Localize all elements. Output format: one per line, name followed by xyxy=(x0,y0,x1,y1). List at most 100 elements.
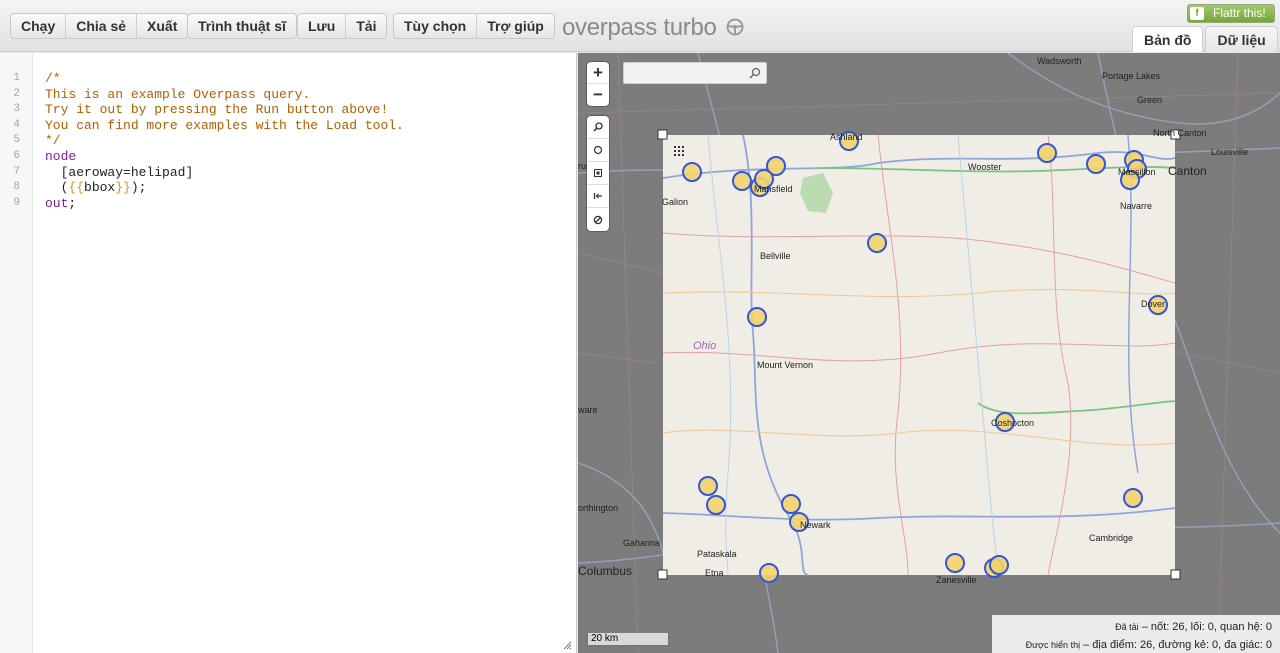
map-scale-bar: 20 km xyxy=(586,633,670,647)
helipad-marker xyxy=(747,307,767,327)
map-label-louisville: Louisville xyxy=(1211,147,1249,157)
map-label-portage-lakes: Portage Lakes xyxy=(1102,71,1161,81)
map-label-coshocton: Coshocton xyxy=(991,418,1035,428)
map-label-etna: Etna xyxy=(705,568,724,578)
ban-icon xyxy=(593,215,603,224)
line-number-gutter: 1 2 3 4 5 6 7 8 9 xyxy=(0,53,33,653)
zoom-out-button[interactable]: − xyxy=(587,84,609,106)
helipad-marker xyxy=(759,563,779,583)
map-label-bellville: Bellville xyxy=(760,251,791,261)
tab-map[interactable]: Bản đồ xyxy=(1132,26,1204,52)
map-label-mansfield: Mansfield xyxy=(754,184,793,194)
map-label-delaware: ware xyxy=(578,405,598,415)
helipad-marker xyxy=(867,233,887,253)
zoom-in-button[interactable]: + xyxy=(587,62,609,84)
circle-icon xyxy=(593,145,603,155)
bbox-select-icon xyxy=(594,169,602,177)
helipad-marker xyxy=(1086,154,1106,174)
code-line: */ xyxy=(45,133,61,148)
view-tabs: Bản đồ Dữ liệu xyxy=(1132,26,1280,52)
export-button[interactable]: Xuất xyxy=(137,14,187,38)
wizard-group: Trình thuật sĩ xyxy=(187,13,297,39)
keyword-token: out xyxy=(45,196,69,211)
line-number: 3 xyxy=(13,103,20,115)
map-label-mount-vernon: Mount Vernon xyxy=(757,360,814,370)
map-label-massillon: Massillon xyxy=(1118,167,1156,177)
toolbar: Chạy Chia sẻ Xuất Trình thuật sĩ Lưu Tải… xyxy=(0,0,1280,52)
options-group: Tùy chọn Trợ giúp xyxy=(393,13,555,39)
helipad-marker xyxy=(698,476,718,496)
map-label-ashland: Ashland xyxy=(830,132,863,142)
stats-loaded-row: Đã tải – nốt: 26, lối: 0, quan hệ: 0 xyxy=(992,618,1272,636)
helipad-marker xyxy=(781,494,801,514)
map-label-cambridge: Cambridge xyxy=(1089,533,1134,543)
data-stats-panel: Đã tải – nốt: 26, lối: 0, quan hệ: 0 Đượ… xyxy=(992,615,1280,653)
map-label-columbus: Columbus xyxy=(578,564,633,578)
share-button[interactable]: Chia sẻ xyxy=(66,14,138,38)
zoom-to-data-button[interactable] xyxy=(587,116,609,139)
help-button[interactable]: Trợ giúp xyxy=(477,14,554,38)
locate-button[interactable] xyxy=(587,139,609,162)
brace-token: }} xyxy=(115,180,131,195)
grid-handle-icon xyxy=(674,146,684,156)
line-number: 1 xyxy=(13,72,20,84)
tab-data[interactable]: Dữ liệu xyxy=(1205,26,1278,52)
map-label-pataskala: Pataskala xyxy=(697,549,737,559)
settings-button[interactable]: Tùy chọn xyxy=(394,14,478,38)
helipad-marker xyxy=(1123,488,1143,508)
arrow-left-bar-icon xyxy=(593,193,602,199)
map-search-input[interactable] xyxy=(623,62,767,84)
clear-data-button[interactable] xyxy=(587,208,609,231)
map-view[interactable]: Wadsworth Portage Lakes Green Ashland No… xyxy=(578,53,1280,653)
code-line: node xyxy=(45,149,76,164)
query-editor[interactable]: 1 2 3 4 5 6 7 8 9 /* This is an example … xyxy=(0,53,577,653)
line-number: 7 xyxy=(13,166,20,178)
query-actions-group: Chạy Chia sẻ Xuất xyxy=(10,13,189,39)
paren-token: ); xyxy=(130,180,147,195)
map-label-galion: Galion xyxy=(662,197,689,207)
code-line: out; xyxy=(45,196,76,211)
map-tools xyxy=(587,116,609,231)
line-number: 8 xyxy=(13,181,20,193)
save-button[interactable]: Lưu xyxy=(298,14,347,38)
map-label-gahanna: Gahanna xyxy=(623,538,661,548)
line-number: 6 xyxy=(13,150,20,162)
helipad-marker xyxy=(945,553,965,573)
line-number: 4 xyxy=(13,119,20,131)
map-label-dover: Dover xyxy=(1141,299,1166,309)
bbox-area xyxy=(663,135,1175,575)
code-line: /* xyxy=(45,71,61,86)
line-number: 5 xyxy=(13,134,20,146)
map-label-green: Green xyxy=(1137,95,1163,105)
line-number: 2 xyxy=(13,88,20,100)
helipad-marker xyxy=(1037,143,1057,163)
run-button[interactable]: Chạy xyxy=(11,14,67,38)
indent-token xyxy=(45,180,61,195)
resize-handle-icon[interactable] xyxy=(563,641,572,650)
bbox-select-button[interactable] xyxy=(587,162,609,185)
fullscreen-button[interactable] xyxy=(587,185,609,208)
wizard-button[interactable]: Trình thuật sĩ xyxy=(188,14,296,38)
flattr-button[interactable]: f Flattr this! xyxy=(1187,4,1275,23)
bbox-token: bbox xyxy=(84,180,116,195)
load-button[interactable]: Tải xyxy=(346,14,386,38)
stats-loaded-label: Đã tải xyxy=(1115,622,1139,632)
steering-wheel-icon xyxy=(726,18,744,36)
map-label-newark: Newark xyxy=(800,520,831,530)
app-title: overpass turbo xyxy=(562,14,717,41)
stats-displayed-values: – địa điểm: 26, đường kẻ: 0, đa giác: 0 xyxy=(1080,639,1272,651)
map-canvas[interactable] xyxy=(578,53,1280,653)
zoom-control: + − xyxy=(587,62,609,106)
code-line: This is an example Overpass query. xyxy=(45,87,311,102)
bracket-token: ] xyxy=(185,165,194,180)
helipad-marker xyxy=(682,162,702,182)
search-icon[interactable] xyxy=(749,67,761,79)
map-label-navarre: Navarre xyxy=(1120,201,1153,211)
helipad-marker xyxy=(989,555,1009,575)
map-label-wadsworth: Wadsworth xyxy=(1037,56,1082,66)
stats-displayed-label: Được hiển thị xyxy=(1025,640,1081,650)
keyword-token: node xyxy=(45,149,77,164)
map-label-zanesville: Zanesville xyxy=(936,575,977,585)
semicolon-token: ; xyxy=(68,196,77,211)
brace-token: {{ xyxy=(68,180,85,195)
